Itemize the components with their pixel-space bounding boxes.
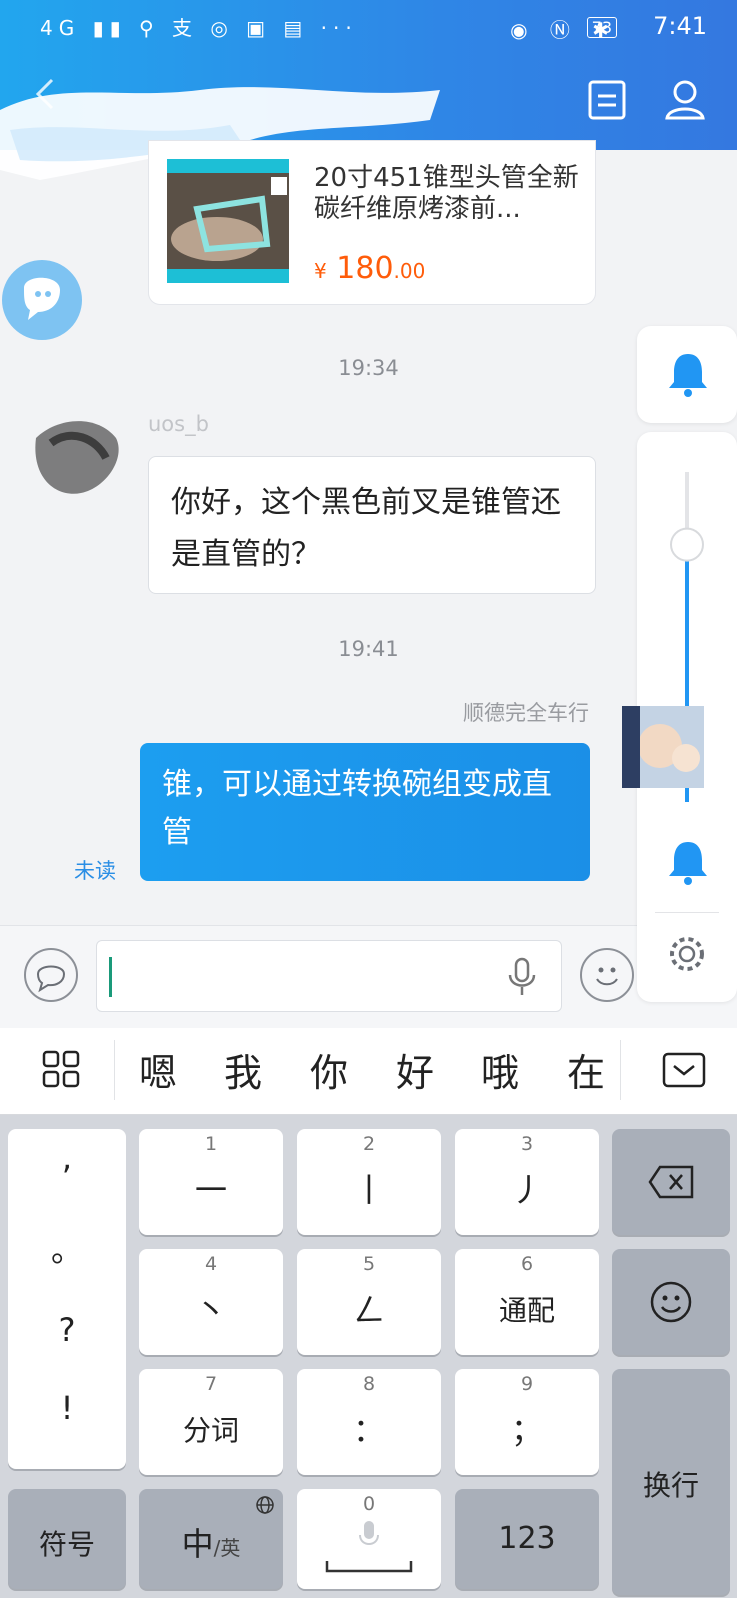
- stroke-key[interactable]: 5ㄥ: [297, 1249, 441, 1355]
- candidate-word[interactable]: 你: [299, 1042, 359, 1097]
- symbols-key[interactable]: 符号: [8, 1489, 126, 1589]
- wildcard-key[interactable]: 6 通配: [455, 1249, 599, 1355]
- microphone-icon[interactable]: [507, 957, 537, 997]
- smiley-icon: [650, 1281, 692, 1323]
- language-switch-key[interactable]: 中/英: [139, 1489, 283, 1589]
- product-title: 20寸451锥型头管全新碳纤维原烤漆前...: [314, 163, 579, 224]
- peer-name: uos_b: [148, 412, 209, 436]
- my-name: 顺德完全车行: [463, 701, 589, 725]
- notification-toggle[interactable]: [637, 326, 737, 423]
- number-mode-key[interactable]: 123: [455, 1489, 599, 1589]
- punct-key[interactable]: ,: [8, 1139, 126, 1177]
- collapse-keyboard-icon[interactable]: [662, 1052, 706, 1088]
- emoji-key[interactable]: [612, 1249, 730, 1355]
- product-image: [167, 159, 289, 283]
- my-avatar[interactable]: [622, 706, 704, 788]
- candidate-word[interactable]: 在: [556, 1042, 616, 1097]
- divider: [620, 1040, 621, 1100]
- gear-icon[interactable]: [665, 932, 709, 976]
- candidate-word[interactable]: 好: [385, 1042, 445, 1097]
- bell-icon: [669, 842, 707, 885]
- smiley-icon: [596, 967, 618, 986]
- space-key[interactable]: 0: [297, 1489, 441, 1589]
- order-list-button[interactable]: [586, 78, 630, 122]
- punct-key[interactable]: 。: [8, 1225, 126, 1271]
- candidate-word[interactable]: 哦: [470, 1042, 530, 1097]
- divider: [114, 1040, 115, 1100]
- product-card[interactable]: 20寸451锥型头管全新碳纤维原烤漆前... ¥ 180.00: [148, 140, 596, 305]
- battery-icon: 73: [586, 17, 617, 38]
- message-input[interactable]: [96, 940, 562, 1012]
- punctuation-column[interactable]: , 。 ? !: [8, 1129, 126, 1469]
- profile-button[interactable]: [663, 78, 707, 122]
- stroke-key[interactable]: 2丨: [297, 1129, 441, 1235]
- punct-key[interactable]: !: [8, 1389, 126, 1427]
- enter-key[interactable]: 换行: [612, 1369, 730, 1595]
- emoji-button[interactable]: [580, 948, 634, 1002]
- incoming-message[interactable]: 你好，这个黑色前叉是锥管还是直管的？: [148, 456, 596, 594]
- backspace-key[interactable]: [612, 1129, 730, 1235]
- punct-key[interactable]: ?: [8, 1311, 126, 1349]
- segment-key[interactable]: 7 分词: [139, 1369, 283, 1475]
- input-bar: [0, 925, 737, 1028]
- document-icon: [588, 80, 626, 120]
- voice-message-button[interactable]: [24, 948, 78, 1002]
- globe-icon: [256, 1496, 274, 1514]
- stroke-key[interactable]: 3丿: [455, 1129, 599, 1235]
- chevron-left-icon: [35, 78, 54, 110]
- back-button[interactable]: [26, 74, 66, 114]
- signal-icons: 4G ▮▮ ⚲ 支 ◎ ▣ ▤ ···: [40, 16, 358, 40]
- stroke-key[interactable]: 1一: [139, 1129, 283, 1235]
- text-cursor: [109, 957, 112, 997]
- divider: [655, 912, 719, 913]
- stroke-key[interactable]: 4丶: [139, 1249, 283, 1355]
- product-price: ¥ 180.00: [314, 251, 426, 286]
- colon-key[interactable]: 8：: [297, 1369, 441, 1475]
- user-icon: [665, 80, 705, 120]
- space-bar-icon: [325, 1561, 413, 1573]
- microphone-icon: [359, 1521, 379, 1545]
- status-bar: 4G ▮▮ ⚲ 支 ◎ ▣ ▤ ··· ◉ Ⓝ ✱ 73 7:41: [0, 0, 737, 56]
- timestamp: 19:41: [338, 637, 399, 661]
- assistant-avatar[interactable]: [2, 260, 82, 340]
- speech-bubble-icon: [36, 965, 66, 993]
- outgoing-message[interactable]: 锥，可以通过转换碗组变成直管: [140, 743, 590, 881]
- read-status: 未读: [74, 859, 116, 883]
- backspace-icon: [648, 1165, 694, 1199]
- apps-grid-icon[interactable]: [42, 1050, 82, 1090]
- peer-avatar[interactable]: [26, 398, 130, 502]
- candidate-word[interactable]: 嗯: [128, 1042, 188, 1097]
- candidate-bar: 嗯 我 你 好 哦 在: [0, 1028, 737, 1115]
- chat-bot-icon: [24, 277, 60, 320]
- semicolon-key[interactable]: 9；: [455, 1369, 599, 1475]
- clock: 7:41: [653, 12, 707, 40]
- bell-icon: [669, 354, 707, 397]
- candidate-word[interactable]: 我: [213, 1042, 273, 1097]
- keyboard: , 。 ? ! 1一 2丨 3丿 4丶 5ㄥ 6 通配 7 分词 8： 9； 换行 …: [0, 1115, 737, 1598]
- timestamp: 19:34: [338, 356, 399, 380]
